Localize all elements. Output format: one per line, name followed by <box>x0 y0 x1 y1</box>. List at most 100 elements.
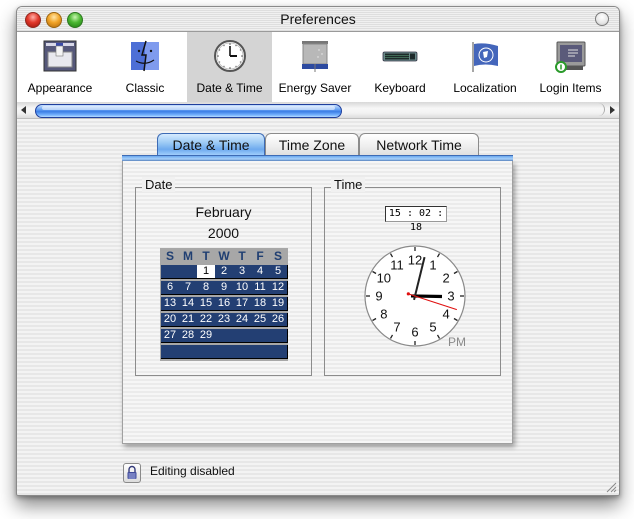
tab-time-zone[interactable]: Time Zone <box>265 133 359 156</box>
calendar-day[interactable]: 25 <box>251 313 269 326</box>
toolbar-item-appearance[interactable]: Appearance <box>17 32 103 102</box>
toolbar: Appearance Classic Date & Time Energy Sa… <box>17 32 619 102</box>
calendar-day[interactable]: 24 <box>233 313 251 326</box>
clock-icon <box>213 40 246 72</box>
date-group: Date February 2000 SMTWTFS 1 2 3 4 5 6 7 8 9 10 11… <box>135 177 312 376</box>
clock-numeral: 6 <box>411 325 418 340</box>
weekday-label: M <box>183 249 193 263</box>
calendar-day[interactable]: 12 <box>269 281 287 294</box>
weekday-label: F <box>256 249 264 263</box>
month-label[interactable]: February <box>136 204 311 220</box>
weekday-label: W <box>218 249 230 263</box>
scroll-left-arrow-icon[interactable] <box>21 106 26 114</box>
calendar: SMTWTFS 1 2 3 4 5 6 7 8 9 10 11 12 13 14 15 16 17 18 19 20 2… <box>160 248 288 361</box>
finder-face-icon <box>131 40 159 72</box>
title-bar[interactable]: Preferences <box>17 7 619 32</box>
clock-numeral: 10 <box>377 271 391 286</box>
toolbar-item-energy-saver[interactable]: Energy Saver <box>272 32 358 102</box>
calendar-week-row <box>161 345 288 359</box>
toolbar-item-label: Appearance <box>27 81 93 95</box>
calendar-day[interactable]: 7 <box>179 281 197 294</box>
toolbar-scrollbar[interactable] <box>17 102 619 119</box>
scroll-right-arrow-icon[interactable] <box>610 106 615 114</box>
weekday-label: T <box>238 249 246 263</box>
calendar-day[interactable]: 4 <box>251 265 269 278</box>
preferences-window: Preferences Appearance Classic Date & Ti… <box>16 6 620 496</box>
calendar-day[interactable]: 14 <box>179 297 197 310</box>
calendar-day[interactable]: 20 <box>161 313 179 326</box>
calendar-day[interactable]: 22 <box>197 313 215 326</box>
tab-panel: Date February 2000 SMTWTFS 1 2 3 4 5 6 7 8 9 10 11… <box>122 161 513 444</box>
window-title-text: Preferences <box>274 11 362 27</box>
calendar-day[interactable]: 18 <box>251 297 269 310</box>
toolbar-toggle-button[interactable] <box>595 12 609 26</box>
calendar-day[interactable]: 6 <box>161 281 179 294</box>
clock-numeral: 9 <box>375 289 382 304</box>
toolbar-item-label: Energy Saver <box>278 81 352 95</box>
time-group: Time 15 : 02 : 18 12 1 2 3 4 5 6 7 8 9 10 11 PM <box>324 177 501 376</box>
clock-numeral: 5 <box>429 320 436 335</box>
calendar-week-row: 27 28 29 <box>161 329 288 343</box>
scrollbar-thumb[interactable] <box>35 104 342 118</box>
calendar-day[interactable]: 11 <box>251 281 269 294</box>
lock-button[interactable] <box>123 463 141 483</box>
login-monitor-icon <box>554 41 585 73</box>
calendar-day[interactable]: 28 <box>179 329 197 342</box>
calendar-day[interactable]: 15 <box>197 297 215 310</box>
clock-numeral: 2 <box>443 271 450 286</box>
calendar-day[interactable]: 9 <box>215 281 233 294</box>
toolbar-item-classic[interactable]: Classic <box>103 32 187 102</box>
calendar-day[interactable]: 29 <box>197 329 215 342</box>
calendar-week-row: 12345 <box>161 265 288 279</box>
tab-date-time[interactable]: Date & Time <box>157 133 265 156</box>
weekday-label: S <box>273 249 282 263</box>
calendar-day[interactable]: 17 <box>233 297 251 310</box>
second-hand-tail <box>406 292 410 296</box>
calendar-weekday-header: SMTWTFS <box>160 248 288 263</box>
calendar-day[interactable]: 26 <box>269 313 287 326</box>
resize-grip-icon[interactable] <box>605 481 617 493</box>
clock-numeral: 4 <box>443 307 450 322</box>
calendar-day[interactable]: 10 <box>233 281 251 294</box>
toolbar-item-label: Login Items <box>539 81 602 95</box>
lock-status-label: Editing disabled <box>150 464 235 478</box>
clock-numeral: 7 <box>393 320 400 335</box>
keyboard-icon <box>382 51 418 62</box>
calendar-day[interactable]: 27 <box>161 329 179 342</box>
time-group-label: Time <box>331 177 366 192</box>
calendar-day[interactable]: 16 <box>215 297 233 310</box>
calendar-week-row: 20 21 22 23 24 25 26 <box>161 313 288 327</box>
toolbar-item-login-items[interactable]: Login Items <box>528 32 613 102</box>
energy-saver-icon <box>302 41 328 72</box>
tab-network-time[interactable]: Network Time <box>359 133 479 156</box>
toolbar-item-keyboard[interactable]: Keyboard <box>358 32 442 102</box>
toolbar-item-label: Localization <box>453 81 517 95</box>
year-label[interactable]: 2000 <box>136 225 311 241</box>
window-title: Preferences <box>17 11 619 27</box>
clock-numeral: 1 <box>429 257 436 272</box>
lock-icon <box>127 465 137 479</box>
clock-numeral: 3 <box>447 289 454 304</box>
toolbar-item-localization[interactable]: Localization <box>442 32 528 102</box>
scrollbar-track-end <box>596 103 605 116</box>
toolbar-item-label: Date & Time <box>196 81 263 95</box>
calendar-day[interactable]: 21 <box>179 313 197 326</box>
calendar-day[interactable]: 5 <box>269 265 287 278</box>
date-group-label: Date <box>142 177 176 192</box>
time-field[interactable]: 15 : 02 : 18 <box>385 206 447 233</box>
calendar-day[interactable]: 13 <box>161 297 179 310</box>
meridiem-label: PM <box>448 335 466 349</box>
calendar-day-selected[interactable]: 1 <box>197 265 215 278</box>
calendar-day[interactable]: 8 <box>197 281 215 294</box>
calendar-day[interactable]: 2 <box>215 265 233 278</box>
weekday-label: S <box>165 249 174 263</box>
toolbar-item-date-time[interactable]: Date & Time <box>187 32 272 102</box>
calendar-day[interactable]: 3 <box>233 265 251 278</box>
calendar-day[interactable]: 23 <box>215 313 233 326</box>
analog-clock: 12 12 3 45678 9 1011 PM <box>364 245 466 349</box>
toolbar-item-label: Keyboard <box>374 81 426 95</box>
clock-numeral: 12 <box>408 253 422 268</box>
calendar-week-row: 6 7 8 9 10 11 12 <box>161 281 288 295</box>
flag-icon <box>472 42 498 72</box>
calendar-day[interactable]: 19 <box>269 297 287 310</box>
